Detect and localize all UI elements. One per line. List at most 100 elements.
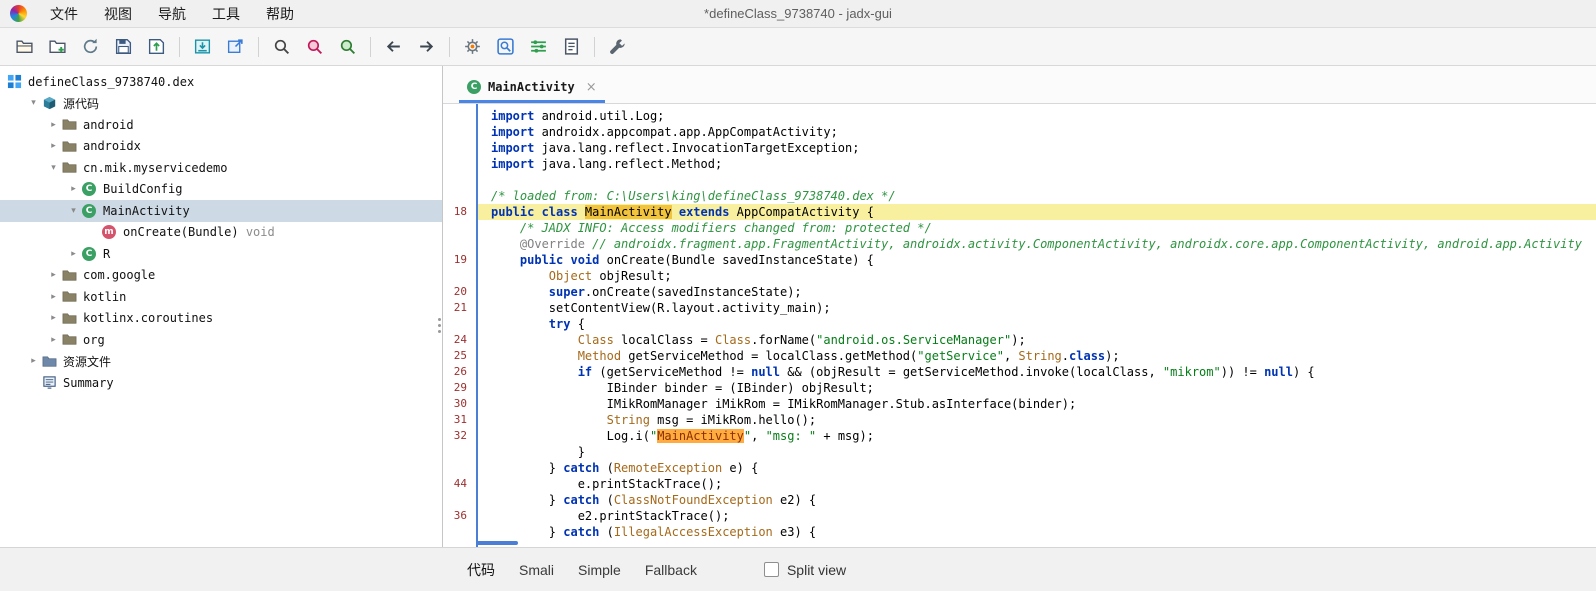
- line-number: [443, 124, 476, 140]
- code-line[interactable]: import androidx.appcompat.app.AppCompatA…: [443, 124, 1596, 140]
- line-number: [443, 444, 476, 460]
- quark-button[interactable]: [492, 33, 519, 60]
- tab-smali[interactable]: Smali: [507, 548, 566, 592]
- tab-mainactivity[interactable]: C MainActivity ×: [457, 71, 607, 103]
- chevron-down-icon[interactable]: ▾: [46, 163, 61, 173]
- tree-item-cn-mik-myservicedemo[interactable]: ▾cn.mik.myservicedemo: [0, 157, 442, 179]
- code-line[interactable]: 20 super.onCreate(savedInstanceState);: [443, 284, 1596, 300]
- code-line[interactable]: 31 String msg = iMikRom.hello();: [443, 412, 1596, 428]
- menu-item-tools[interactable]: 工具: [199, 0, 253, 28]
- tree-item-resources[interactable]: ▸资源文件: [0, 351, 442, 373]
- main-area: defineClass_9738740.dex▾源代码▸android▸andr…: [0, 66, 1596, 547]
- tree-item-com-google[interactable]: ▸com.google: [0, 265, 442, 287]
- split-view-checkbox[interactable]: [764, 562, 779, 577]
- code-line[interactable]: @Override // androidx.fragment.app.Fragm…: [443, 236, 1596, 252]
- text-search-button[interactable]: [268, 33, 295, 60]
- nav-forward-button[interactable]: [413, 33, 440, 60]
- code-line[interactable]: 30 IMikRomManager iMikRom = IMikRomManag…: [443, 396, 1596, 412]
- splitter-grip[interactable]: [438, 318, 441, 333]
- folder-icon: [61, 289, 77, 305]
- export-button[interactable]: [143, 33, 170, 60]
- chevron-right-icon[interactable]: ▸: [66, 249, 81, 259]
- menu-item-navigation[interactable]: 导航: [145, 0, 199, 28]
- import-dex-icon: [193, 37, 212, 56]
- menu-item-help[interactable]: 帮助: [253, 0, 307, 28]
- comment-search-button[interactable]: [334, 33, 361, 60]
- tab-fallback[interactable]: Fallback: [633, 548, 709, 592]
- code-line[interactable]: 19 public void onCreate(Bundle savedInst…: [443, 252, 1596, 268]
- code-line[interactable]: 36 e2.printStackTrace();: [443, 508, 1596, 524]
- tree-item-oncreate[interactable]: monCreate(Bundle) void: [0, 222, 442, 244]
- code-line[interactable]: }: [443, 444, 1596, 460]
- menu-item-view[interactable]: 视图: [91, 0, 145, 28]
- chevron-right-icon[interactable]: ▸: [46, 335, 61, 345]
- code-line[interactable]: import java.lang.reflect.InvocationTarge…: [443, 140, 1596, 156]
- code-line[interactable]: 18public class MainActivity extends AppC…: [443, 204, 1596, 220]
- tree-item-kotlinx-coroutines[interactable]: ▸kotlinx.coroutines: [0, 308, 442, 330]
- debugger-button[interactable]: [525, 33, 552, 60]
- code-line[interactable]: 29 IBinder binder = (IBinder) objResult;: [443, 380, 1596, 396]
- tree-item-summary[interactable]: Summary: [0, 372, 442, 394]
- reload-button[interactable]: [77, 33, 104, 60]
- chevron-right-icon[interactable]: ▸: [66, 184, 81, 194]
- code-line[interactable]: import android.util.Log;: [443, 108, 1596, 124]
- open-preview-button[interactable]: [222, 33, 249, 60]
- tab-simple[interactable]: Simple: [566, 548, 633, 592]
- close-icon[interactable]: ×: [586, 80, 597, 95]
- tree-item-android[interactable]: ▸android: [0, 114, 442, 136]
- code-editor[interactable]: import android.util.Log;import androidx.…: [443, 104, 1596, 547]
- deobfuscation-button[interactable]: [459, 33, 486, 60]
- tree-item-r[interactable]: ▸CR: [0, 243, 442, 265]
- code-line[interactable]: 32 Log.i("MainActivity", "msg: " + msg);: [443, 428, 1596, 444]
- tree-item-dex-root[interactable]: defineClass_9738740.dex: [0, 71, 442, 93]
- chevron-right-icon[interactable]: ▸: [46, 313, 61, 323]
- code-line[interactable]: [443, 172, 1596, 188]
- code-line[interactable]: } catch (RemoteException e) {: [443, 460, 1596, 476]
- class-search-button[interactable]: [301, 33, 328, 60]
- code-line[interactable]: try {: [443, 316, 1596, 332]
- chevron-right-icon[interactable]: ▸: [46, 270, 61, 280]
- chevron-down-icon[interactable]: ▾: [26, 98, 41, 108]
- code-line[interactable]: 25 Method getServiceMethod = localClass.…: [443, 348, 1596, 364]
- tree-item-androidx[interactable]: ▸androidx: [0, 136, 442, 158]
- code-line[interactable]: 21 setContentView(R.layout.activity_main…: [443, 300, 1596, 316]
- code-editor-pane: C MainActivity × import android.util.Log…: [443, 66, 1596, 547]
- code-line-text: Method getServiceMethod = localClass.get…: [476, 348, 1596, 364]
- save-all-button[interactable]: [110, 33, 137, 60]
- line-number: 25: [443, 348, 476, 364]
- chevron-right-icon[interactable]: ▸: [46, 292, 61, 302]
- tree-item-buildconfig[interactable]: ▸CBuildConfig: [0, 179, 442, 201]
- chevron-right-icon[interactable]: ▸: [26, 356, 41, 366]
- chevron-down-icon[interactable]: ▾: [66, 206, 81, 216]
- open-folder-button[interactable]: [11, 33, 38, 60]
- tree-item-kotlin[interactable]: ▸kotlin: [0, 286, 442, 308]
- preferences-icon: [608, 37, 627, 56]
- tab-code[interactable]: 代码: [455, 548, 507, 592]
- chevron-right-icon[interactable]: ▸: [46, 120, 61, 130]
- horizontal-scrollbar-thumb[interactable]: [476, 541, 518, 545]
- tree-item-org[interactable]: ▸org: [0, 329, 442, 351]
- line-number: [443, 236, 476, 252]
- chevron-right-icon[interactable]: ▸: [46, 141, 61, 151]
- code-line[interactable]: import java.lang.reflect.Method;: [443, 156, 1596, 172]
- menu-item-file[interactable]: 文件: [37, 0, 91, 28]
- tree-item-source-code[interactable]: ▾源代码: [0, 93, 442, 115]
- code-line[interactable]: /* JADX INFO: Access modifiers changed f…: [443, 220, 1596, 236]
- log-viewer-button[interactable]: [558, 33, 585, 60]
- line-number: 32: [443, 428, 476, 444]
- preferences-button[interactable]: [604, 33, 631, 60]
- code-line[interactable]: } catch (ClassNotFoundException e2) {: [443, 492, 1596, 508]
- code-line[interactable]: Object objResult;: [443, 268, 1596, 284]
- tree-item-mainactivity[interactable]: ▾CMainActivity: [0, 200, 442, 222]
- bottombar: 代码SmaliSimpleFallback Split view: [0, 547, 1596, 591]
- code-line[interactable]: } catch (IllegalAccessException e3) {: [443, 524, 1596, 540]
- code-line[interactable]: 44 e.printStackTrace();: [443, 476, 1596, 492]
- add-files-button[interactable]: [44, 33, 71, 60]
- line-number: 21: [443, 300, 476, 316]
- import-dex-button[interactable]: [189, 33, 216, 60]
- code-line[interactable]: 24 Class localClass = Class.forName("and…: [443, 332, 1596, 348]
- code-line[interactable]: /* loaded from: C:\Users\king\defineClas…: [443, 188, 1596, 204]
- nav-back-button[interactable]: [380, 33, 407, 60]
- tree-item-label: R: [103, 247, 110, 261]
- code-line[interactable]: 26 if (getServiceMethod != null && (objR…: [443, 364, 1596, 380]
